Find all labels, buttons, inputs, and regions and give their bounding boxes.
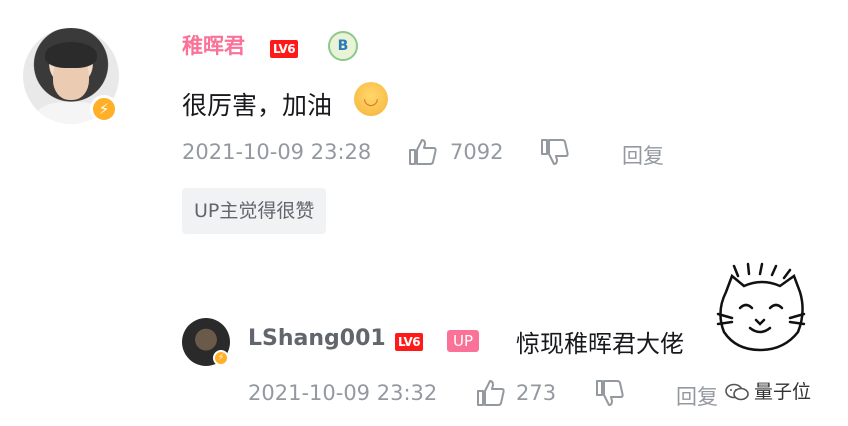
up-badge: UP — [447, 330, 480, 352]
level-badge: LV6 — [395, 333, 424, 351]
wechat-icon — [725, 383, 749, 400]
avatar-hair — [45, 42, 97, 68]
reply-button[interactable]: 回复 — [622, 140, 664, 170]
fan-medal-icon[interactable]: B — [328, 31, 358, 61]
reply-time: 2021-10-09 23:32 — [248, 381, 438, 405]
level-badge: LV6 — [270, 40, 299, 58]
watermark: 量子位 — [724, 376, 811, 403]
thumbs-up-icon[interactable] — [476, 379, 506, 407]
comment-time: 2021-10-09 23:28 — [182, 140, 372, 164]
hug-emoji-icon: ◡ — [354, 82, 388, 116]
watermark-text: 量子位 — [754, 381, 812, 403]
reply-text: 惊现稚晖君大佬 — [516, 330, 684, 358]
like-count: 7092 — [450, 140, 504, 164]
like-count: 273 — [516, 381, 557, 405]
thumbs-down-icon[interactable] — [595, 379, 625, 407]
reply-button[interactable]: 回复 — [676, 381, 718, 411]
lightning-badge-icon: ⚡ — [90, 95, 118, 123]
comment-text: 很厉害，加油 — [182, 91, 333, 120]
lightning-badge-icon: ⚡ — [213, 350, 229, 366]
up-liked-tag: UP主觉得很赞 — [182, 188, 327, 234]
reply-username[interactable]: LShang001 — [248, 326, 386, 351]
cat-sticker-icon — [716, 262, 806, 352]
username[interactable]: 稚晖君 — [182, 30, 245, 60]
thumbs-up-icon[interactable] — [408, 138, 438, 166]
thumbs-down-icon[interactable] — [540, 138, 570, 166]
